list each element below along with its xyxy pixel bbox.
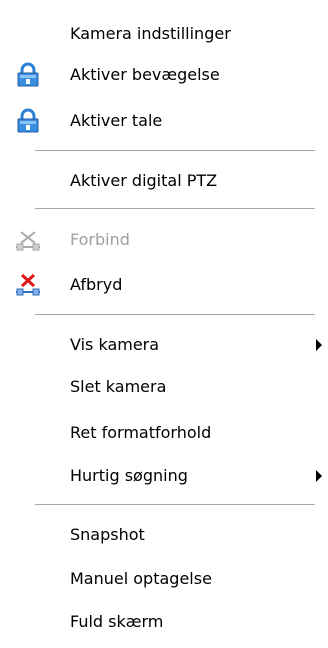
menu-item-label: Aktiver digital PTZ [70,171,218,190]
menu-item-enable-motion[interactable]: Aktiver bevægelse [0,52,328,98]
padlock-icon [14,62,42,88]
menu-item-enable-talk[interactable]: Aktiver tale [0,98,328,144]
menu-separator [35,504,315,506]
menu-item-camera-settings[interactable]: Kamera indstillinger [0,11,328,57]
menu-item-disconnect[interactable]: Afbryd [0,262,328,308]
menu-item-label: Slet kamera [70,377,167,396]
submenu-arrow-icon [316,339,322,351]
padlock-icon [14,108,42,134]
menu-item-label: Snapshot [70,525,145,544]
network-connect-icon [14,227,42,253]
menu-item-label: Forbind [70,230,130,249]
menu-item-manual-recording[interactable]: Manuel optagelse [0,556,328,602]
menu-item-full-screen[interactable]: Fuld skærm [0,599,328,645]
menu-item-label: Vis kamera [70,335,160,354]
menu-item-label: Aktiver tale [70,111,163,130]
menu-separator [35,150,315,152]
menu-item-delete-camera[interactable]: Slet kamera [0,364,328,410]
menu-item-label: Aktiver bevægelse [70,65,220,84]
menu-separator [35,314,315,316]
menu-item-label: Manuel optagelse [70,569,212,588]
menu-item-connect[interactable]: Forbind [0,217,328,263]
menu-item-label: Fuld skærm [70,612,164,631]
menu-item-aspect-ratio[interactable]: Ret formatforhold [0,410,328,456]
menu-item-label: Afbryd [70,275,123,294]
menu-item-label: Ret formatforhold [70,423,212,442]
menu-item-snapshot[interactable]: Snapshot [0,512,328,558]
menu-item-label: Kamera indstillinger [70,24,231,43]
menu-item-enable-digital-ptz[interactable]: Aktiver digital PTZ [0,158,328,204]
network-disconnect-icon [14,272,42,298]
menu-separator [35,208,315,210]
menu-item-show-camera[interactable]: Vis kamera [0,322,328,368]
menu-item-quick-search[interactable]: Hurtig søgning [0,453,328,499]
menu-item-label: Hurtig søgning [70,466,188,485]
context-menu: Kamera indstillinger Aktiver bevægelse A… [0,0,328,648]
submenu-arrow-icon [316,470,322,482]
